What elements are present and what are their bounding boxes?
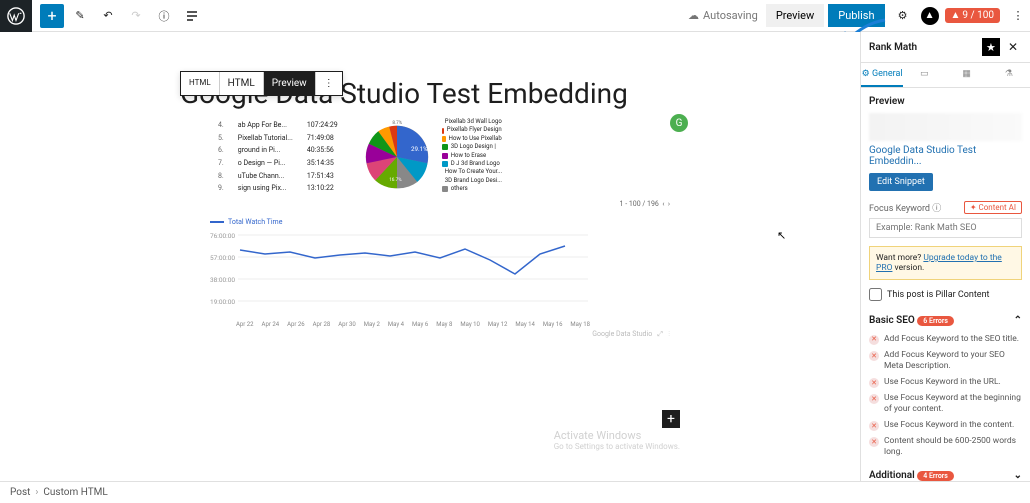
svg-text:16.7%: 16.7% [389,177,402,183]
close-icon[interactable]: ✕ [1004,40,1022,54]
score-badge[interactable]: ▲ 9 / 100 [945,8,1000,23]
table-row: 5.Pixellab Tutorial...71:49:08 [212,133,344,144]
tab-schema[interactable]: ▭ [903,63,945,87]
basic-seo-accordion[interactable]: Basic SEO 6 Errors ⌃ [869,311,1022,330]
redo-icon[interactable]: ↷ [124,4,148,28]
focus-keyword-label: Focus Keyword ⓘ [869,201,941,214]
edit-icon[interactable]: ✎ [68,4,92,28]
table-row: 6.ground in Pi...40:35:56 [212,145,344,156]
ds-footer: Google Data Studio ⤢ ⋮ [210,330,670,339]
pie-legend: Pixellab 3d Wall LogoPixellab Flyer Desi… [442,118,502,194]
snippet-preview-blurred [869,113,1022,141]
upgrade-notice: Want more? Upgrade today to the PRO vers… [869,246,1022,280]
pie-chart: 29.1% 8.7% 16.7% [358,118,436,196]
info-icon[interactable]: ⓘ [152,4,176,28]
line-chart: Total Watch Time 76:00:0057:00:0038:00:0… [210,218,590,328]
add-block-inline[interactable]: + [662,410,680,428]
svg-text:38:00:00: 38:00:00 [210,276,235,284]
preview-tab[interactable]: Preview [264,72,316,95]
legend-item: Pixellab Flyer Design [442,126,502,134]
crumb-post[interactable]: Post [10,487,30,498]
breadcrumb-bar: Post › Custom HTML [0,481,1030,503]
add-block-button[interactable]: + [40,4,64,28]
svg-text:19:00:00: 19:00:00 [210,298,235,306]
windows-watermark: Activate WindowsGo to Settings to activa… [554,429,680,451]
focus-keyword-input[interactable] [869,218,1022,238]
legend-item: 3D Logo Design | [442,143,502,151]
pillar-checkbox[interactable]: This post is Pillar Content [869,288,1022,301]
table-row: 4.ab App For Be...107:24:29 [212,120,344,131]
chevron-up-icon: ⌃ [1014,315,1022,326]
svg-text:29.1%: 29.1% [411,145,428,153]
outline-icon[interactable] [180,4,204,28]
edit-snippet-button[interactable]: Edit Snippet [869,173,933,191]
seo-check-item: ✕Use Focus Keyword in the URL. [869,377,1022,388]
seo-check-item: ✕Add Focus Keyword to the SEO title. [869,334,1022,345]
undo-icon[interactable]: ↶ [96,4,120,28]
preview-heading: Preview [869,96,1022,107]
tab-advanced[interactable]: ⚗ [988,63,1030,87]
table-row: 7.o Design — Pi...35:14:35 [212,158,344,169]
seo-check-item: ✕Add Focus Keyword to your SEO Meta Desc… [869,350,1022,372]
legend-item: How to Use Pixellab [442,135,502,143]
legend-item: 3D Brand Logo Desi... [442,177,502,185]
legend-item: D J 3d Brand Logo [442,160,502,168]
preview-button[interactable]: Preview [766,4,824,27]
publish-button[interactable]: Publish [828,4,884,27]
legend-item: How to Erase [442,152,502,160]
settings-icon[interactable]: ⚙ [891,4,915,28]
svg-text:8.7%: 8.7% [392,120,402,126]
cursor-icon: ↖ [777,229,786,242]
table-pager[interactable]: 1 - 100 / 196 ‹ › [210,200,670,208]
tab-general[interactable]: ⚙ General [861,63,903,87]
embed-preview: G 4.ab App For Be...107:24:295.Pixellab … [210,118,670,339]
table-row: 8.uTube Chann...17:51:43 [212,171,344,182]
cloud-icon: ☁ [688,9,699,22]
block-toolbar: HTML HTML Preview ⋮ [180,71,343,96]
rankmath-icon[interactable]: ▲ [921,7,939,25]
additional-accordion[interactable]: Additional 4 Errors ⌄ [869,466,1022,481]
snippet-title-link[interactable]: Google Data Studio Test Embeddin... [869,145,1022,167]
sidebar-title: Rank Math [869,42,917,53]
data-table: 4.ab App For Be...107:24:29 5.Pixellab Tu… [210,118,346,196]
seo-check-item: ✕Content should be 600-2500 words long. [869,436,1022,458]
svg-text:76:00:00: 76:00:00 [210,232,235,240]
legend-item: How To Create Your... [442,168,502,176]
more-menu-icon[interactable]: ⋮ [1006,4,1030,28]
seo-check-item: ✕Use Focus Keyword at the beginning of y… [869,393,1022,415]
table-row: 9.sign using Pix...13:10:22 [212,183,344,194]
grammarly-icon[interactable]: G [670,114,688,132]
html-tab[interactable]: HTML [220,72,264,95]
legend-item: Pixellab 3d Wall Logo [442,118,502,126]
legend-item: others [442,185,502,193]
block-type-icon[interactable]: HTML [181,72,220,95]
crumb-block[interactable]: Custom HTML [43,487,107,498]
wordpress-logo[interactable] [0,0,32,32]
svg-text:57:00:00: 57:00:00 [210,254,235,262]
block-more-icon[interactable]: ⋮ [316,72,342,95]
content-ai-button[interactable]: ✦ Content AI [964,201,1022,214]
star-icon[interactable]: ★ [982,38,1000,56]
seo-check-item: ✕Use Focus Keyword in the content. [869,420,1022,431]
tab-social[interactable]: ▦ [946,63,988,87]
autosave-status: ☁ Autosaving [688,9,758,22]
chevron-down-icon: ⌄ [1014,470,1022,481]
